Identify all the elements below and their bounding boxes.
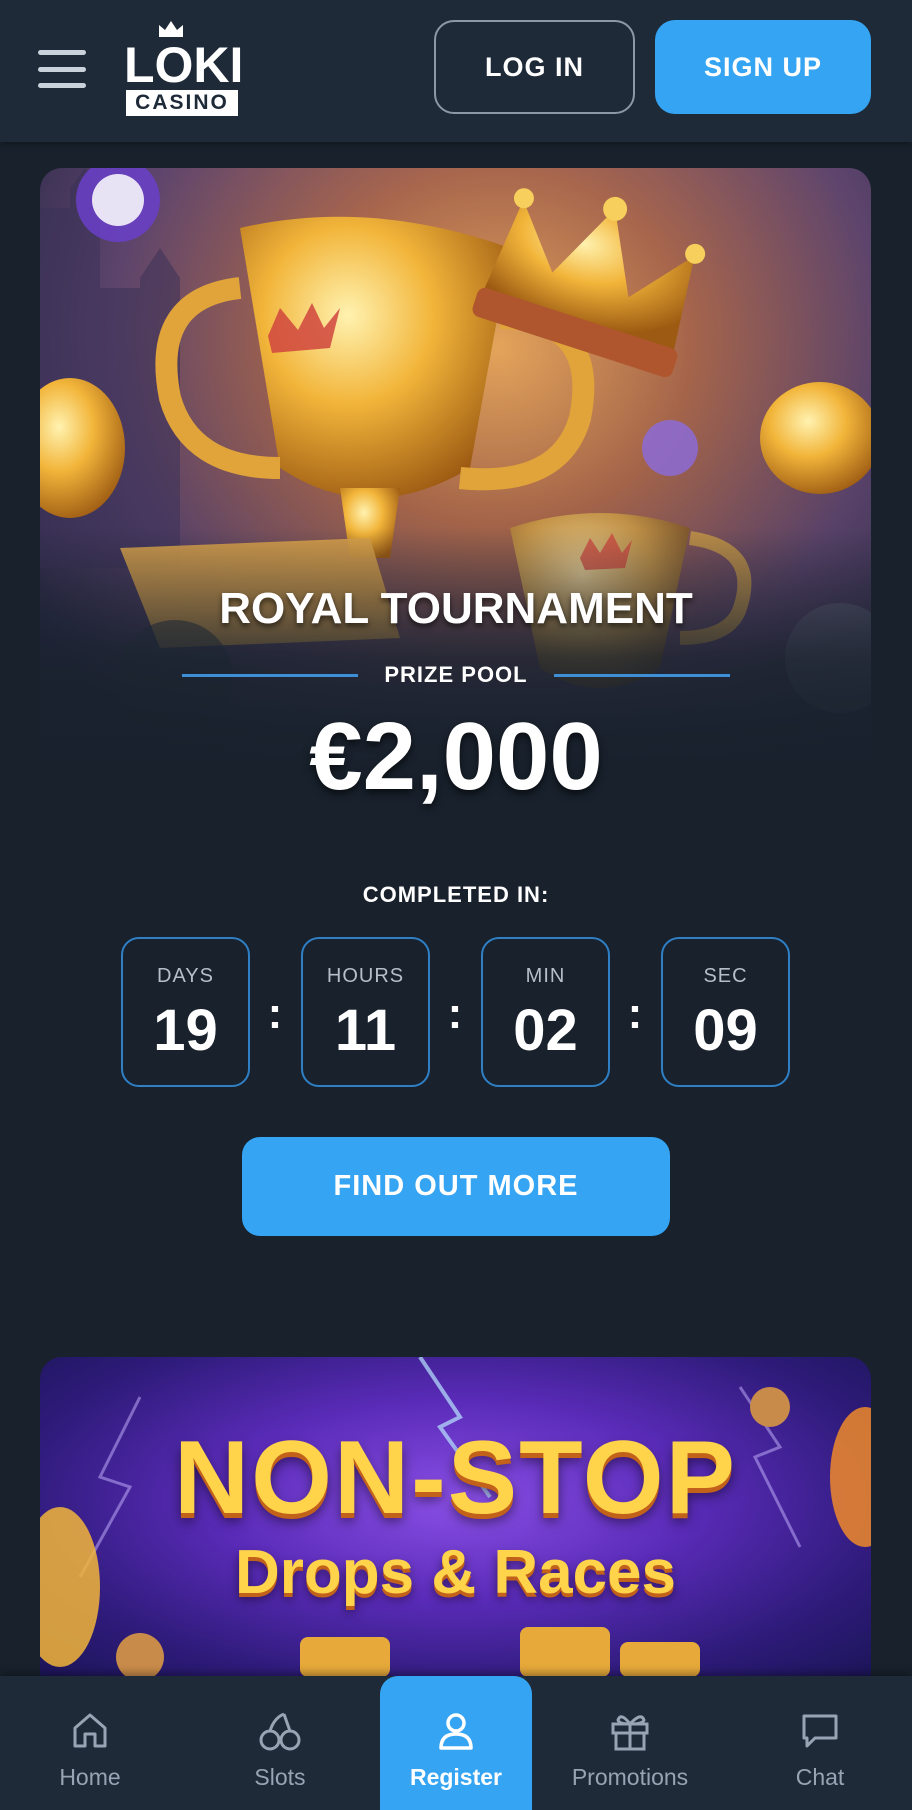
countdown-label: MIN (525, 965, 566, 987)
nav-label: Chat (795, 1764, 845, 1790)
find-out-more-button[interactable]: FIND OUT MORE (242, 1137, 670, 1236)
countdown-separator: : (267, 989, 283, 1038)
countdown-label: DAYS (157, 965, 214, 987)
logo-sub-text: CASINO (126, 90, 238, 116)
countdown-seconds: SEC 09 (661, 937, 790, 1087)
nav-label: Promotions (571, 1764, 689, 1790)
countdown-value: 02 (513, 998, 578, 1063)
prize-pool-label: PRIZE POOL (384, 662, 528, 687)
nav-register[interactable]: Register (380, 1676, 532, 1810)
countdown-separator: : (447, 989, 463, 1038)
home-icon (73, 1713, 107, 1748)
chat-icon (802, 1714, 838, 1748)
loki-casino-logo[interactable]: LOKI CASINO (124, 20, 244, 116)
countdown-value: 11 (334, 998, 397, 1063)
crown-icon (159, 21, 183, 37)
countdown-separator: : (627, 989, 643, 1038)
countdown-value: 09 (693, 998, 758, 1063)
countdown-label: HOURS (326, 965, 405, 987)
nav-chat[interactable]: Chat (750, 1676, 890, 1810)
gift-icon (611, 1715, 649, 1751)
countdown-label: SEC (703, 965, 748, 987)
nav-home[interactable]: Home (20, 1676, 160, 1810)
tournament-title: ROYAL TOURNAMENT (219, 584, 693, 633)
signup-button[interactable]: SIGN UP (655, 20, 871, 114)
menu-icon[interactable] (38, 50, 86, 88)
promo-subtitle: Drops & Races (234, 1538, 677, 1607)
top-header: LOKI CASINO LOG IN SIGN UP (0, 0, 912, 142)
cherries-icon (259, 1712, 301, 1751)
drops-races-banner[interactable]: NON-STOP Drops & Races (40, 1357, 871, 1677)
user-icon (439, 1713, 473, 1750)
countdown-hours: HOURS 11 (301, 937, 430, 1087)
logo-main-text: LOKI (124, 37, 244, 93)
countdown-timer: DAYS 19 : HOURS 11 : MIN 02 : SEC 09 (121, 937, 791, 1087)
countdown-value: 19 (153, 998, 218, 1063)
nav-label: Slots (254, 1764, 306, 1790)
prize-amount: €2,000 (309, 703, 603, 810)
nav-promotions[interactable]: Promotions (540, 1676, 720, 1810)
promo-title: NON-STOP (173, 1420, 737, 1536)
countdown-days: DAYS 19 (121, 937, 250, 1087)
countdown-minutes: MIN 02 (481, 937, 610, 1087)
nav-label: Home (59, 1764, 121, 1790)
divider-right (553, 673, 730, 677)
prize-pool-row: PRIZE POOL (182, 660, 730, 690)
completed-in-label: COMPLETED IN: (362, 882, 550, 907)
nav-slots[interactable]: Slots (210, 1676, 350, 1810)
nav-label: Register (409, 1764, 503, 1790)
divider-left (182, 673, 359, 677)
login-button[interactable]: LOG IN (434, 20, 635, 114)
